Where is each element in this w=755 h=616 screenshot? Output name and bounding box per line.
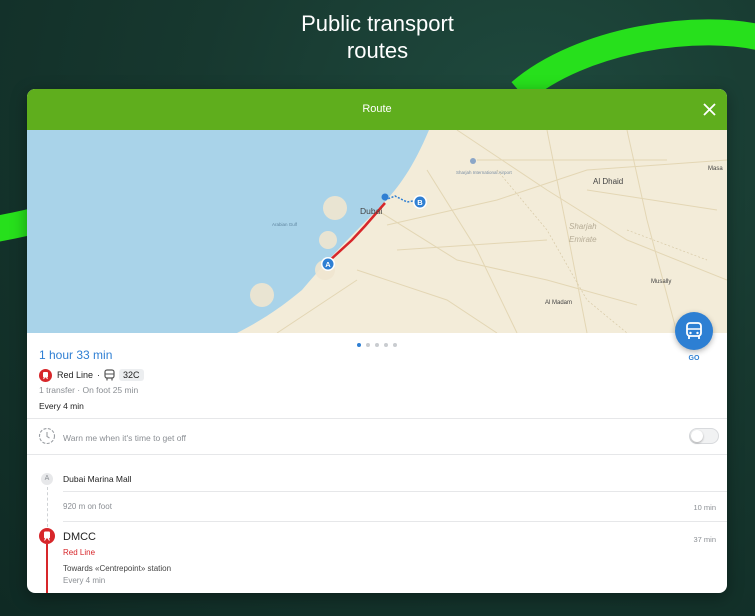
map-canvas: A B Dubai Arabian Gulf Sharjah Internati… xyxy=(27,130,727,333)
marker-a-label: A xyxy=(325,260,331,269)
divider xyxy=(63,491,727,492)
route-card: Route A B Dubai Arabian Gulf Sharjah Int… xyxy=(27,89,727,593)
pager-dot[interactable] xyxy=(366,343,370,347)
bus-icon xyxy=(686,322,702,339)
start-marker: A xyxy=(41,473,53,485)
map-label-emirate: Emirate xyxy=(569,235,597,244)
route-transfers: 1 transfer · On foot 25 min xyxy=(39,385,139,395)
route-frequency: Every 4 min xyxy=(39,401,84,411)
bus-icon xyxy=(104,369,115,381)
walk-time: 10 min xyxy=(693,503,716,512)
route-header: Route xyxy=(27,89,727,130)
map-label-masafi: Masa xyxy=(708,166,723,172)
route-map[interactable]: A B Dubai Arabian Gulf Sharjah Internati… xyxy=(27,130,727,333)
route-pager xyxy=(27,334,727,347)
station-direction: Towards «Centrepoint» station xyxy=(63,564,172,573)
promo-title-line1: Public transport xyxy=(301,11,454,36)
pager-dot[interactable] xyxy=(357,343,361,347)
promo-title-line2: routes xyxy=(346,38,409,63)
route-duration: 1 hour 33 min xyxy=(39,348,113,362)
map-label-al-dhaid: Al Dhaid xyxy=(593,177,623,186)
alarm-icon xyxy=(38,427,56,445)
station-name: DMCC xyxy=(63,531,96,543)
pager-dot[interactable] xyxy=(384,343,388,347)
start-stop-name: Dubai Marina Mall xyxy=(63,474,132,484)
alert-toggle[interactable] xyxy=(689,428,719,444)
metro-station-icon xyxy=(39,528,55,544)
pager-dot[interactable] xyxy=(375,343,379,347)
divider xyxy=(27,418,727,419)
route-modes: Red Line · 32C xyxy=(39,368,144,382)
map-label-musally: Musally xyxy=(651,279,671,285)
map-label-airport: Sharjah International Airport xyxy=(456,170,513,175)
marker-b[interactable]: B xyxy=(413,195,427,209)
map-label-al-madam: Al Madam xyxy=(545,300,572,306)
station-frequency: Every 4 min xyxy=(63,576,106,585)
metro-icon xyxy=(39,368,52,382)
walk-path-line xyxy=(47,487,48,527)
metro-line-name: Red Line xyxy=(57,370,94,380)
marker-b-label: B xyxy=(417,198,423,207)
airport-icon xyxy=(470,158,476,164)
mode-separator: · xyxy=(97,370,101,380)
go-label[interactable]: GO xyxy=(675,355,713,362)
map-label-gulf: Arabian Gulf xyxy=(272,222,298,227)
map-label-sharjah: Sharjah xyxy=(569,222,597,231)
metro-route-line xyxy=(46,544,48,593)
promo-title: Public transport routes xyxy=(0,10,755,64)
map-label-dubai: Dubai xyxy=(360,206,382,216)
station-time: 37 min xyxy=(693,535,716,544)
close-icon[interactable] xyxy=(700,100,719,119)
marker-a[interactable]: A xyxy=(321,257,335,271)
header-title: Route xyxy=(362,103,392,115)
station-line: Red Line xyxy=(63,548,96,557)
walk-distance: 920 m on foot xyxy=(63,502,112,511)
transfer-point-icon xyxy=(381,193,389,201)
go-button[interactable] xyxy=(675,312,713,350)
alert-label: Warn me when it's time to get off xyxy=(63,433,187,443)
divider xyxy=(63,521,727,522)
divider xyxy=(27,454,727,455)
pager-dot[interactable] xyxy=(393,343,397,347)
bus-number-badge: 32C xyxy=(119,369,144,381)
toggle-knob xyxy=(691,430,703,442)
